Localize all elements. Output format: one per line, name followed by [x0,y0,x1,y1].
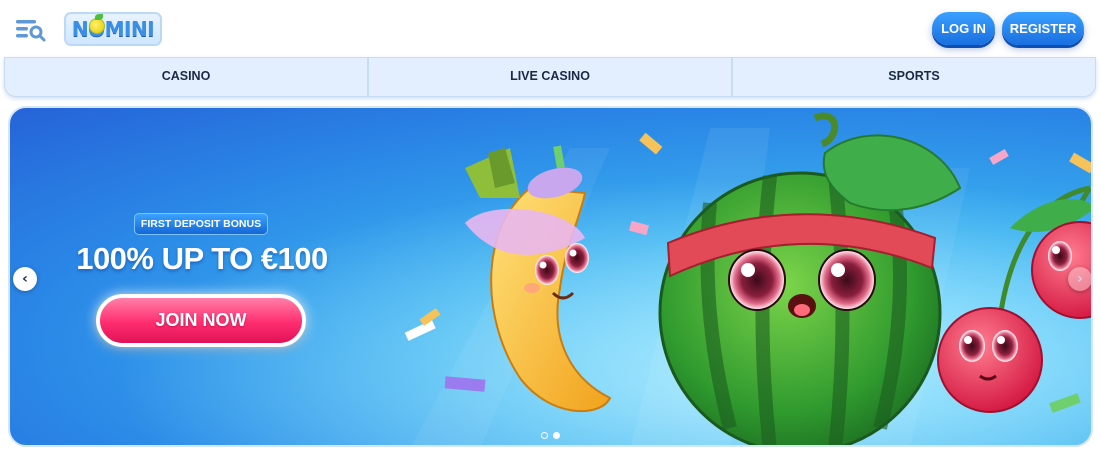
tab-live-casino[interactable]: LIVE CASINO [369,58,733,96]
tab-casino[interactable]: CASINO [5,58,369,96]
logo-text: NOMINI [71,17,155,41]
bonus-headline: 100% UP TO €100 [76,241,328,276]
carousel-dot-2-active[interactable] [553,432,560,439]
menu-search-icon[interactable] [14,14,48,44]
register-button[interactable]: REGISTER [1002,12,1084,45]
chevron-left-icon[interactable]: ‹ [13,267,37,291]
carousel-dots [541,432,565,440]
first-deposit-badge: FIRST DEPOSIT BONUS [134,213,268,235]
site-logo[interactable]: NOMINI [64,12,162,46]
lemon-icon [89,18,105,34]
join-now-button[interactable]: JOIN NOW [96,294,306,347]
promo-banner[interactable]: FIRST DEPOSIT BONUS 100% UP TO €100 JOIN… [8,106,1093,447]
main-nav: CASINO LIVE CASINO SPORTS [4,57,1096,97]
tab-sports[interactable]: SPORTS [733,58,1095,96]
chevron-right-icon[interactable]: › [1068,267,1091,291]
site-header: NOMINI LOG IN REGISTER [0,0,1100,58]
banner-illustration [10,108,1091,445]
login-button[interactable]: LOG IN [932,12,995,45]
carousel-dot-1[interactable] [541,432,548,439]
leaf-icon [95,14,103,20]
